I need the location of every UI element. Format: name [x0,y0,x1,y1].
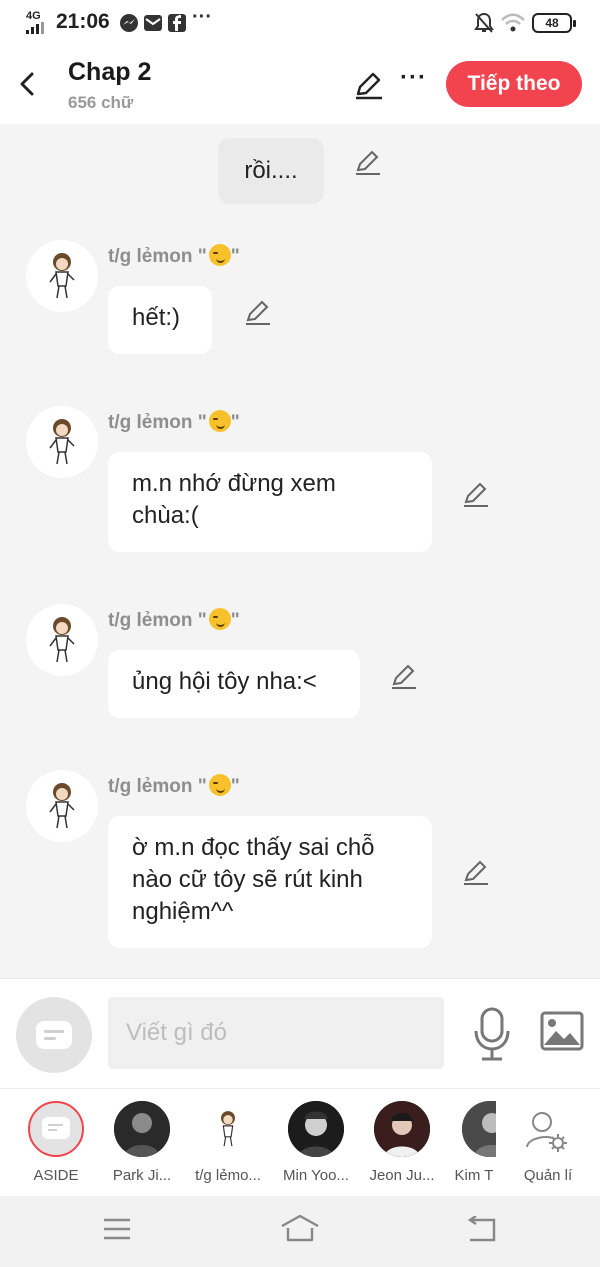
aside-icon [36,1021,72,1049]
message-author: t/g lẻmon " " [108,244,240,267]
character-selector: ASIDE Park Ji... t/g lẻmo... Min Yoo... … [0,1088,600,1196]
message-text: hết:) [132,304,181,331]
chat-thread: rồi.... t/g lẻmon " " hết:) t/g lẻmon " " … [0,124,600,978]
wifi-icon [501,13,525,32]
smirk-emoji-icon [208,774,231,796]
messenger-icon [120,14,138,32]
message-text-line: nghiệm^^ [132,898,234,925]
avatar[interactable] [26,240,98,312]
message-input[interactable] [108,997,444,1069]
message-text-line: m.n nhớ đừng xem [132,470,336,497]
edit-message-icon[interactable] [462,480,490,508]
microphone-icon[interactable] [470,1007,514,1061]
composer-bar [0,978,600,1088]
avatar [114,1101,170,1157]
back-nav-icon[interactable] [466,1216,498,1244]
image-upload-icon[interactable] [540,1011,584,1051]
character-name: Jeon Ju... [369,1167,435,1184]
edit-message-icon[interactable] [462,858,490,886]
character-name: Park Ji... [112,1167,172,1184]
edit-message-icon[interactable] [354,148,382,176]
message-author: t/g lẻmon " " [108,608,240,631]
character-name: ASIDE [33,1167,79,1184]
avatar [288,1101,344,1157]
next-chapter-button[interactable]: Tiếp theo [446,61,582,107]
aside-toggle-button[interactable] [16,997,92,1073]
message-text-line: ờ m.n đọc thấy sai chỗ [132,834,375,861]
message-text: ủng hội tôy nha:< [132,668,317,695]
system-nav-bar [0,1196,600,1267]
sticker-avatar-icon [49,419,75,465]
avatar [462,1101,496,1157]
avatar[interactable] [26,406,98,478]
signal-icon [26,22,48,34]
page-title: Chap 2 [68,58,152,86]
manage-characters-button[interactable]: Quản lí [508,1089,588,1197]
bell-muted-icon [474,12,494,33]
network-type: 4G [26,10,41,22]
character-kim-t[interactable]: Kim T [448,1089,500,1197]
sticker-avatar-icon [49,617,75,663]
character-name: t/g lẻmo... [195,1167,261,1184]
home-icon[interactable] [280,1214,320,1244]
message-bubble[interactable]: ủng hội tôy nha:< [108,650,360,718]
smirk-emoji-icon [208,608,231,630]
avatar[interactable] [26,770,98,842]
character-aside[interactable]: ASIDE [16,1089,96,1197]
character-name: Kim T [454,1167,494,1184]
avatar [200,1101,256,1157]
message-text-line: chùa:( [132,502,199,529]
back-icon[interactable] [14,66,44,102]
word-count: 656 chữ [68,93,134,112]
message-author: t/g lẻmon " " [108,410,240,433]
message-bubble[interactable]: ờ m.n đọc thấy sai chỗ nào cữ tôy sẽ rút… [108,816,432,948]
narration-bubble[interactable]: rồi.... [218,138,324,204]
avatar[interactable] [26,604,98,676]
mail-icon [144,15,162,31]
sticker-avatar-icon [49,253,75,299]
chapter-header: Chap 2 656 chữ ··· Tiếp theo [0,46,600,124]
more-options-icon[interactable]: ··· [400,64,427,92]
avatar [374,1101,430,1157]
character-name: Quản lí [523,1167,573,1184]
smirk-emoji-icon [208,410,231,432]
message-text: rồi.... [244,157,298,184]
edit-pencil-icon[interactable] [354,70,384,100]
more-notifications-icon: ··· [192,6,212,28]
smirk-emoji-icon [208,244,231,266]
message-text-line: nào cữ tôy sẽ rút kinh [132,866,363,893]
character-jeon-ju[interactable]: Jeon Ju... [362,1089,442,1197]
sticker-avatar-icon [49,783,75,829]
message-author: t/g lẻmon " " [108,774,240,797]
manage-icon [526,1112,567,1152]
message-bubble[interactable]: hết:) [108,286,212,354]
message-bubble[interactable]: m.n nhớ đừng xem chùa:( [108,452,432,552]
character-name: Min Yoo... [283,1167,349,1184]
aside-avatar [28,1101,84,1157]
facebook-icon [168,14,186,32]
character-min-yoo[interactable]: Min Yoo... [276,1089,356,1197]
clock: 21:06 [56,10,110,33]
status-bar: 4G 21:06 ··· 48 [0,0,600,46]
edit-message-icon[interactable] [244,298,272,326]
menu-icon[interactable] [102,1216,132,1242]
character-tg-lemon[interactable]: t/g lẻmo... [188,1089,268,1197]
edit-message-icon[interactable] [390,662,418,690]
battery-indicator: 48 [532,13,576,33]
character-park-ji[interactable]: Park Ji... [102,1089,182,1197]
